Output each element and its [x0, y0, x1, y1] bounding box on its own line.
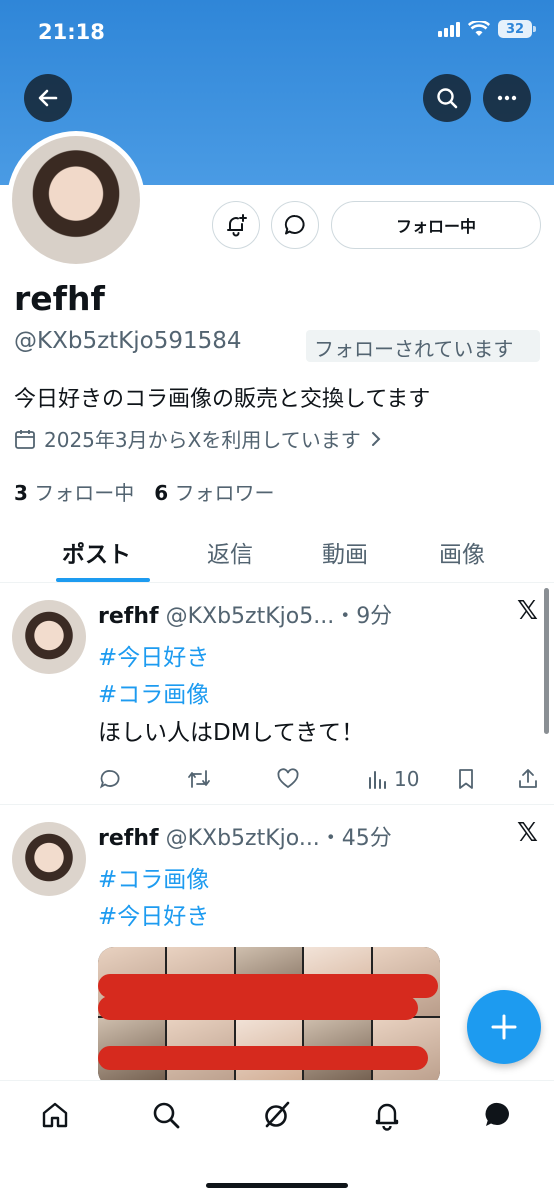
- post-handle-time: @KXb5ztKjo...・45分: [165, 826, 392, 851]
- scrollbar[interactable]: [544, 588, 549, 734]
- more-icon: [497, 95, 517, 101]
- post-hashtag[interactable]: #今日好き: [98, 897, 209, 931]
- followers-count: 6: [154, 481, 169, 505]
- views-button[interactable]: 10: [366, 767, 419, 791]
- post-header: refhf @KXb5ztKjo...・45分: [98, 820, 392, 852]
- tab-posts[interactable]: ポスト: [62, 535, 131, 569]
- heart-icon: [277, 768, 299, 789]
- tab-videos[interactable]: 動画: [322, 535, 368, 569]
- chevron-right-icon: [371, 431, 381, 446]
- bookmark-button[interactable]: [455, 767, 477, 791]
- following-stat[interactable]: 3 フォロー中: [14, 477, 134, 506]
- share-button[interactable]: [516, 767, 540, 791]
- reply-button[interactable]: [98, 767, 122, 791]
- nav-messages[interactable]: [478, 1095, 518, 1135]
- search-icon: [437, 88, 458, 109]
- repost-button[interactable]: [186, 767, 212, 791]
- post-header: refhf @KXb5ztKjo5...・9分: [98, 598, 392, 630]
- status-icons: 32: [438, 20, 536, 38]
- more-button[interactable]: [483, 74, 531, 122]
- grok-icon: [265, 1101, 290, 1128]
- messages-icon: [485, 1102, 509, 1126]
- post-author-name: refhf: [98, 826, 159, 851]
- share-icon: [519, 769, 537, 788]
- joined-date[interactable]: 2025年3月からXを利用しています: [14, 424, 383, 453]
- followers-stat[interactable]: 6 フォロワー: [154, 477, 274, 506]
- calendar-icon: [15, 429, 35, 449]
- chat-bubble-icon: [284, 215, 305, 235]
- post-item[interactable]: refhf @KXb5ztKjo5...・9分 𝕏 #今日好き #コラ画像 ほし…: [0, 584, 554, 805]
- nav-home[interactable]: [35, 1095, 75, 1135]
- status-bar: 21:18 32: [0, 0, 554, 62]
- plus-icon: [491, 1014, 517, 1040]
- tab-replies[interactable]: 返信: [207, 535, 253, 569]
- battery-icon: 32: [498, 20, 536, 38]
- search-icon: [153, 1102, 180, 1129]
- like-button[interactable]: [276, 767, 300, 791]
- status-time: 21:18: [38, 20, 105, 44]
- post-handle-time: @KXb5ztKjo5...・9分: [165, 604, 393, 629]
- post-author-name: refhf: [98, 604, 159, 629]
- compose-post-button[interactable]: [467, 990, 541, 1064]
- redaction-mark: [98, 974, 438, 998]
- home-icon: [42, 1102, 68, 1128]
- bell-icon: [375, 1103, 399, 1131]
- nav-notifications[interactable]: [367, 1095, 407, 1135]
- redaction-mark: [98, 1046, 428, 1070]
- post-actions: 10: [98, 767, 542, 797]
- profile-handle: @KXb5ztKjo591584: [14, 328, 242, 354]
- avatar-image: [12, 136, 140, 264]
- redaction-mark: [98, 996, 418, 1020]
- following-button[interactable]: フォロー中: [331, 201, 541, 249]
- joined-text: 2025年3月からXを利用しています: [44, 428, 361, 452]
- cellular-signal-icon: [438, 21, 460, 37]
- nav-grok[interactable]: [257, 1095, 297, 1135]
- x-logo-icon: 𝕏: [517, 596, 538, 626]
- reply-icon: [99, 770, 120, 789]
- followers-label: フォロワー: [174, 481, 275, 505]
- post-hashtag[interactable]: #コラ画像: [98, 860, 209, 894]
- bell-plus-icon: [227, 214, 247, 237]
- views-count: 10: [394, 767, 420, 791]
- search-button[interactable]: [423, 74, 471, 122]
- post-avatar[interactable]: [12, 600, 86, 674]
- message-button[interactable]: [271, 201, 319, 249]
- following-count: 3: [14, 481, 28, 505]
- home-indicator: [206, 1183, 348, 1188]
- back-arrow-icon: [38, 89, 58, 107]
- active-tab-indicator: [56, 578, 150, 582]
- nav-search[interactable]: [146, 1095, 186, 1135]
- profile-avatar[interactable]: [7, 131, 145, 269]
- post-avatar[interactable]: [12, 822, 86, 896]
- wifi-icon: [468, 21, 490, 36]
- profile-bio: 今日好きのコラ画像の販売と交換してます: [14, 387, 431, 412]
- post-hashtag[interactable]: #コラ画像: [98, 675, 209, 709]
- follows-you-badge: フォローされています: [306, 330, 540, 362]
- profile-name: refhf: [14, 279, 105, 318]
- profile-tabs: ポスト 返信 動画 画像: [0, 525, 554, 583]
- tab-images[interactable]: 画像: [439, 535, 485, 569]
- back-button[interactable]: [24, 74, 72, 122]
- bookmark-icon: [459, 769, 473, 789]
- notify-button[interactable]: [212, 201, 260, 249]
- following-label: フォロー中: [34, 481, 135, 505]
- post-hashtag[interactable]: #今日好き: [98, 638, 209, 672]
- repost-icon: [188, 770, 210, 788]
- x-logo-icon: 𝕏: [517, 818, 538, 848]
- views-icon: [369, 771, 386, 789]
- post-text: ほしい人はDMしてきて！: [98, 720, 365, 746]
- bottom-navigation: [0, 1080, 554, 1199]
- follow-stats: 3 フォロー中 6 フォロワー: [14, 477, 275, 506]
